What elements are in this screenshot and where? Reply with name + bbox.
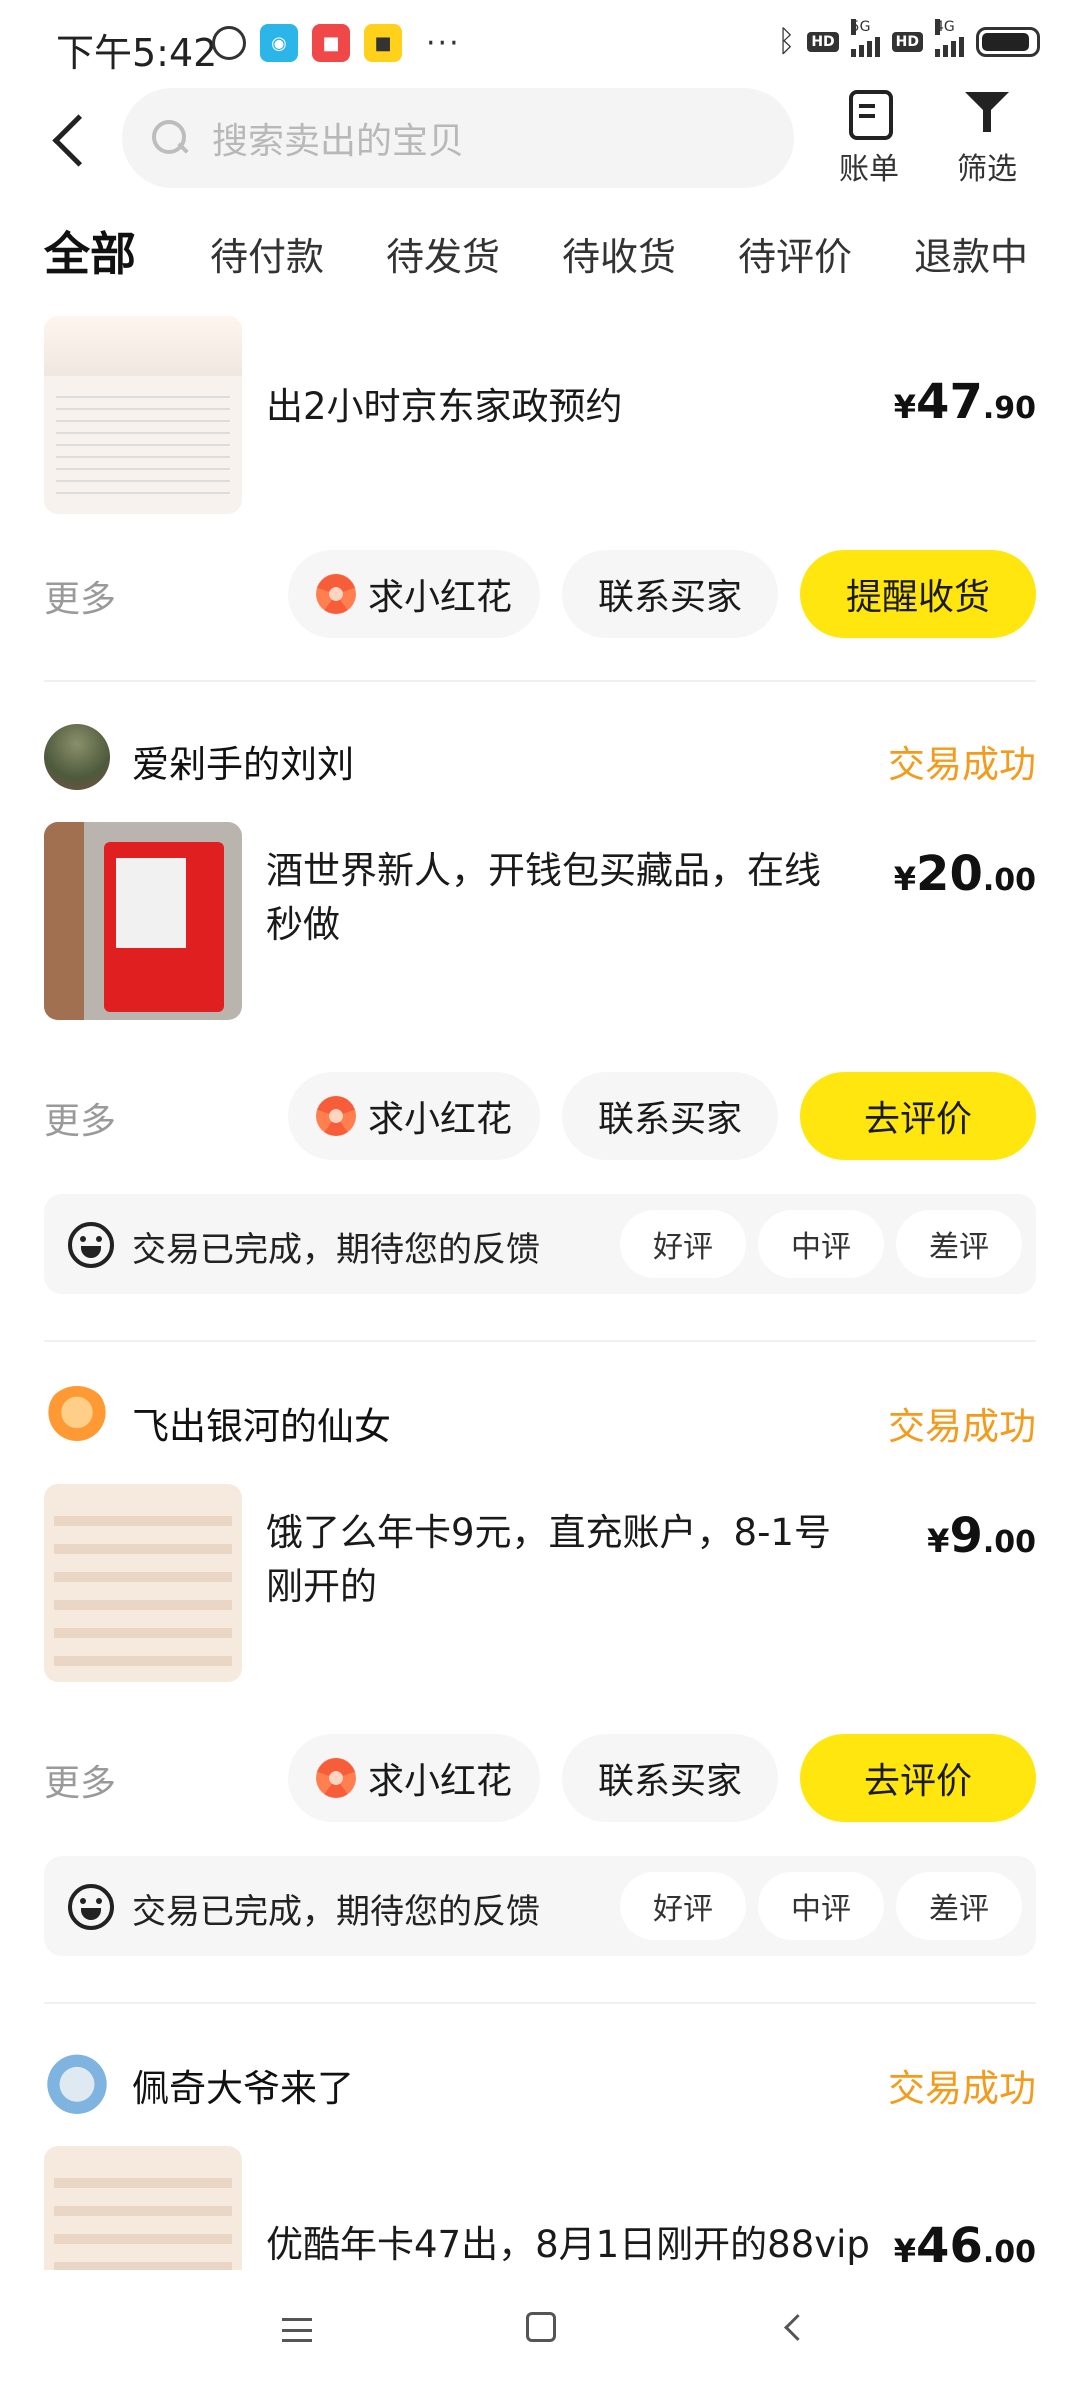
- item-title[interactable]: 酒世界新人，开钱包买藏品，在线秒做: [266, 844, 846, 952]
- more-link[interactable]: 更多: [44, 1754, 116, 1806]
- order-list: 出2小时京东家政预约 ¥47.90 更多 求小红花 联系买家 提醒收货 爱剁手的…: [0, 300, 1080, 2270]
- system-icons: ᛒ HD 5G HD 4G: [777, 18, 1040, 59]
- seller-name[interactable]: 飞出银河的仙女: [132, 1396, 391, 1450]
- bill-label: 账单: [839, 152, 899, 187]
- contact-buyer-button[interactable]: 联系买家: [562, 550, 778, 638]
- feedback-text: 交易已完成，期待您的反馈: [132, 1230, 540, 1270]
- signal-4g-icon: 4G: [935, 18, 964, 57]
- order-card[interactable]: 爱剁手的刘刘 交易成功 酒世界新人，开钱包买藏品，在线秒做 ¥20.00 更多 …: [44, 724, 1036, 1324]
- more-notifications-icon: ···: [426, 25, 461, 61]
- order-status: 交易成功: [888, 743, 1036, 786]
- header: 搜索卖出的宝贝 账单 筛选: [0, 88, 1080, 198]
- bluetooth-icon: ᛒ: [777, 24, 796, 59]
- recent-apps-icon[interactable]: [282, 2318, 312, 2342]
- avatar[interactable]: [44, 1386, 110, 1452]
- home-icon[interactable]: [526, 2312, 556, 2342]
- hd-badge-2: HD: [891, 31, 923, 52]
- order-card[interactable]: 飞出银河的仙女 交易成功 饿了么年卡9元，直充账户，8-1号刚开的 ¥9.00 …: [44, 1386, 1036, 1986]
- divider: [44, 1340, 1036, 1342]
- yellow-app-icon: ■: [364, 24, 402, 62]
- bad-review-button[interactable]: 差评: [896, 1872, 1022, 1940]
- feedback-text: 交易已完成，期待您的反馈: [132, 1892, 540, 1932]
- bad-review-button[interactable]: 差评: [896, 1210, 1022, 1278]
- seller-name[interactable]: 爱剁手的刘刘: [132, 734, 354, 788]
- status-bar: 下午5:42 ◉ ■ ■ ··· ᛒ HD 5G HD 4G: [0, 0, 1080, 96]
- seller-row[interactable]: 爱剁手的刘刘 交易成功: [44, 724, 1036, 794]
- system-navigation-bar: [0, 2272, 1080, 2400]
- review-button[interactable]: 去评价: [800, 1734, 1036, 1822]
- more-link[interactable]: 更多: [44, 570, 116, 622]
- seller-name[interactable]: 佩奇大爷来了: [132, 2058, 354, 2112]
- avatar[interactable]: [44, 2048, 110, 2114]
- item-price: ¥9.00: [927, 1508, 1036, 1564]
- tab-pending-shipment[interactable]: 待发货: [386, 226, 500, 281]
- filter-icon: [965, 88, 1009, 136]
- bill-button[interactable]: 账单: [824, 88, 914, 188]
- order-tabs: 全部 待付款 待发货 待收货 待评价 退款中: [0, 218, 1080, 298]
- red-app-icon: ■: [312, 24, 350, 62]
- review-button[interactable]: 去评价: [800, 1072, 1036, 1160]
- signal-5g-icon: 5G: [850, 18, 880, 57]
- avatar[interactable]: [44, 724, 110, 790]
- flower-icon: [315, 574, 356, 614]
- smiley-icon: [68, 1884, 114, 1930]
- filter-label: 筛选: [957, 152, 1017, 187]
- item-price: ¥47.90: [893, 374, 1036, 430]
- item-thumbnail[interactable]: [44, 2146, 242, 2270]
- message-app-icon: ◉: [260, 24, 298, 62]
- divider: [44, 680, 1036, 682]
- neutral-review-button[interactable]: 中评: [758, 1210, 884, 1278]
- item-thumbnail[interactable]: [44, 822, 242, 1020]
- bill-icon: [847, 88, 893, 140]
- item-title[interactable]: 饿了么年卡9元，直充账户，8-1号刚开的: [266, 1506, 846, 1614]
- tab-pending-review[interactable]: 待评价: [738, 226, 852, 281]
- search-input[interactable]: 搜索卖出的宝贝: [122, 88, 794, 188]
- neutral-review-button[interactable]: 中评: [758, 1872, 884, 1940]
- seller-row[interactable]: 佩奇大爷来了 交易成功: [44, 2048, 1036, 2118]
- order-card[interactable]: 出2小时京东家政预约 ¥47.90 更多 求小红花 联系买家 提醒收货: [44, 300, 1036, 680]
- order-status: 交易成功: [888, 1405, 1036, 1448]
- filter-button[interactable]: 筛选: [942, 88, 1032, 188]
- good-review-button[interactable]: 好评: [620, 1210, 746, 1278]
- item-title[interactable]: 优酷年卡47出，8月1日刚开的88vip: [266, 2218, 870, 2270]
- ask-flower-button[interactable]: 求小红花: [288, 1734, 540, 1822]
- seller-row[interactable]: 飞出银河的仙女 交易成功: [44, 1386, 1036, 1456]
- contact-buyer-button[interactable]: 联系买家: [562, 1734, 778, 1822]
- ask-flower-button[interactable]: 求小红花: [288, 550, 540, 638]
- ask-flower-button[interactable]: 求小红花: [288, 1072, 540, 1160]
- status-time: 下午5:42: [56, 31, 218, 75]
- tab-pending-receipt[interactable]: 待收货: [562, 226, 676, 281]
- hd-badge: HD: [807, 31, 839, 52]
- contact-buyer-button[interactable]: 联系买家: [562, 1072, 778, 1160]
- order-card[interactable]: 佩奇大爷来了 交易成功 优酷年卡47出，8月1日刚开的88vip ¥46.00: [44, 2048, 1036, 2270]
- tab-refunding[interactable]: 退款中: [914, 226, 1028, 281]
- back-button[interactable]: [44, 108, 104, 178]
- search-icon: [150, 118, 190, 158]
- item-title[interactable]: 出2小时京东家政预约: [266, 380, 846, 434]
- item-price: ¥46.00: [893, 2218, 1036, 2270]
- item-thumbnail[interactable]: [44, 1484, 242, 1682]
- feedback-bar: 交易已完成，期待您的反馈 好评 中评 差评: [44, 1856, 1036, 1956]
- smiley-icon: [68, 1222, 114, 1268]
- divider: [44, 2002, 1036, 2004]
- item-thumbnail[interactable]: [44, 316, 242, 514]
- search-placeholder: 搜索卖出的宝贝: [212, 121, 465, 162]
- item-price: ¥20.00: [893, 846, 1036, 902]
- feedback-bar: 交易已完成，期待您的反馈 好评 中评 差评: [44, 1194, 1036, 1294]
- tab-all[interactable]: 全部: [40, 218, 140, 284]
- remind-receipt-button[interactable]: 提醒收货: [800, 550, 1036, 638]
- flower-icon: [315, 1758, 356, 1798]
- more-link[interactable]: 更多: [44, 1092, 116, 1144]
- alarm-icon: [212, 26, 246, 60]
- tab-pending-payment[interactable]: 待付款: [210, 226, 324, 281]
- flower-icon: [315, 1096, 356, 1136]
- back-icon[interactable]: [780, 2314, 806, 2340]
- battery-icon: [976, 26, 1040, 57]
- good-review-button[interactable]: 好评: [620, 1872, 746, 1940]
- notification-icons: ◉ ■ ■ ···: [212, 24, 461, 62]
- order-status: 交易成功: [888, 2067, 1036, 2110]
